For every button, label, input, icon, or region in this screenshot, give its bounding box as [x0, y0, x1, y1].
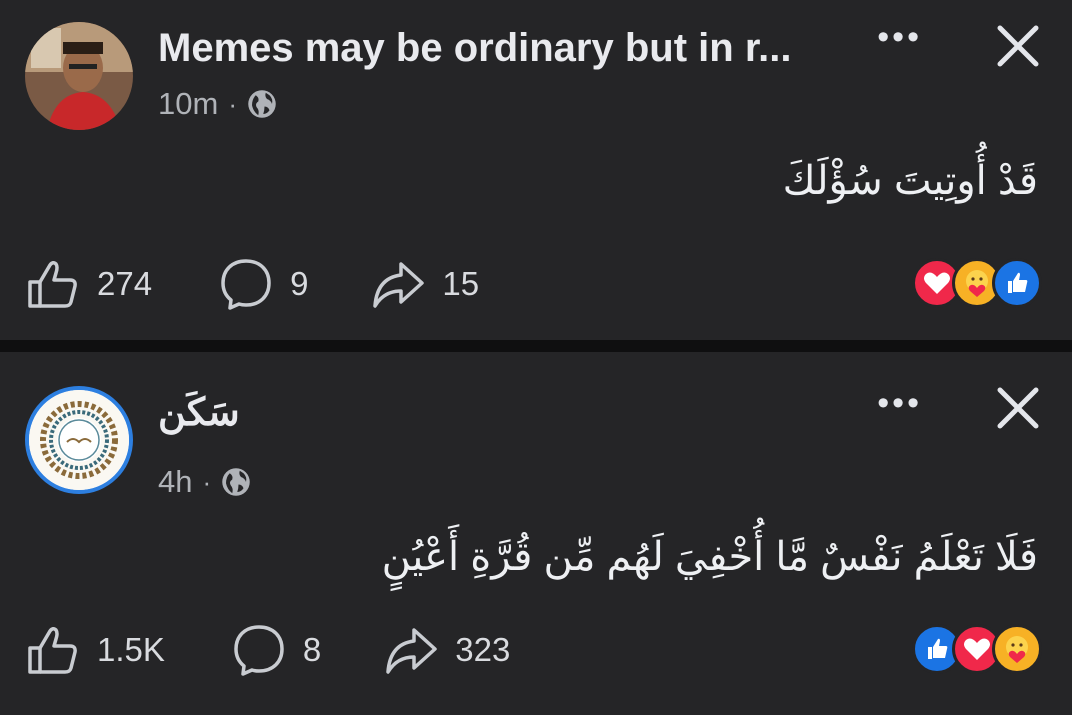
- post-time[interactable]: 10m: [158, 86, 218, 122]
- thumbs-up-icon: [28, 626, 77, 674]
- author-avatar[interactable]: [25, 22, 133, 130]
- post-meta: 4h ·: [158, 464, 251, 500]
- reaction-summary[interactable]: [912, 258, 1042, 308]
- author-name[interactable]: Memes may be ordinary but in r...: [158, 26, 792, 71]
- author-name[interactable]: سَكَن: [158, 390, 240, 435]
- post-text: فَلَا تَعْلَمُ نَفْسٌ مَّا أُخْفِيَ لَهُ…: [381, 535, 1038, 579]
- post-card: Memes may be ordinary but in r... 10m · …: [0, 0, 1072, 340]
- like-count: 1.5K: [97, 631, 165, 668]
- post-actions: 1.5K 8 323: [25, 622, 510, 678]
- share-icon: [373, 262, 425, 308]
- share-count: 15: [442, 265, 480, 302]
- share-count: 323: [455, 631, 511, 668]
- like-button[interactable]: 274: [25, 256, 152, 312]
- post-divider: [0, 340, 1072, 352]
- comment-button[interactable]: 8: [231, 622, 321, 678]
- author-avatar[interactable]: [25, 386, 133, 494]
- share-icon: [386, 628, 437, 674]
- comment-count: 8: [302, 631, 322, 668]
- thumbs-up-icon: [28, 260, 77, 308]
- post-actions: 274 9 15: [25, 256, 479, 312]
- like-icon: [992, 258, 1042, 308]
- globe-icon: [222, 468, 250, 496]
- reaction-summary[interactable]: [912, 624, 1042, 674]
- like-count: 274: [97, 265, 153, 302]
- like-button[interactable]: 1.5K: [25, 622, 165, 678]
- post-text: قَدْ أُوتِيتَ سُؤْلَكَ: [782, 159, 1038, 203]
- comment-count: 9: [290, 265, 309, 302]
- more-options-button[interactable]: •••: [877, 18, 922, 57]
- post-card: سَكَن 4h · ••• فَلَا تَعْلَمُ نَفْسٌ مَّ…: [0, 352, 1072, 715]
- care-icon: [992, 624, 1042, 674]
- post-time[interactable]: 4h: [158, 464, 192, 500]
- comment-icon: [221, 259, 271, 310]
- share-button[interactable]: 15: [370, 256, 479, 312]
- share-button[interactable]: 323: [383, 622, 510, 678]
- close-icon[interactable]: [994, 384, 1042, 432]
- meta-separator: ·: [202, 466, 212, 497]
- comment-icon: [234, 625, 284, 676]
- comment-button[interactable]: 9: [218, 256, 308, 312]
- more-options-button[interactable]: •••: [877, 384, 922, 423]
- globe-icon: [248, 90, 276, 118]
- post-meta: 10m ·: [158, 86, 277, 122]
- close-icon[interactable]: [994, 22, 1042, 70]
- meta-separator: ·: [228, 88, 237, 119]
